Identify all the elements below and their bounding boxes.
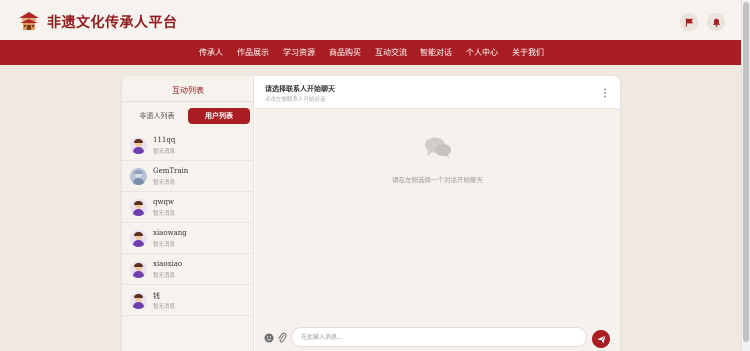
list-item[interactable]: qwqw 暂无消息: [122, 192, 254, 223]
chat-title: 请选择联系人开始聊天: [265, 84, 335, 93]
list-item[interactable]: xiaowang 暂无消息: [122, 223, 254, 254]
nav-item-about[interactable]: 关于我们: [512, 47, 544, 58]
last-message: 暂无消息: [153, 242, 176, 248]
paper-plane-icon: [596, 334, 606, 344]
tab-inheritor-list[interactable]: 非遗人列表: [126, 108, 188, 124]
user-name: 钱: [153, 292, 160, 300]
sidebar-title: 互动列表: [172, 86, 204, 95]
bell-icon: [712, 18, 720, 27]
flag-icon: [685, 17, 693, 27]
user-name: 111qq: [153, 136, 176, 144]
message-composer: [255, 320, 620, 351]
avatar: [130, 292, 147, 309]
chat-container: 互动列表 非遗人列表 用户列表 111qq 暂无消息 GemTrain 暂无消息…: [122, 76, 620, 351]
last-message: 暂无消息: [153, 180, 176, 186]
site-title: 非遗文化传承人平台: [47, 15, 178, 31]
send-button[interactable]: [592, 330, 610, 348]
last-message: 暂无消息: [153, 149, 176, 155]
last-message: 暂无消息: [153, 211, 176, 217]
tab-user-list[interactable]: 用户列表: [188, 108, 250, 124]
nav-item-works[interactable]: 作品展示: [237, 47, 269, 58]
user-name: xiaoxiao: [153, 260, 183, 268]
chat-panel: 请选择联系人开始聊天 点击左侧联系人开始对话 请在左侧选择一个对话开始聊天: [255, 76, 620, 351]
empty-state-text: 请在左侧选择一个对话开始聊天: [392, 176, 483, 184]
more-options-icon[interactable]: [603, 88, 607, 98]
top-header: 非遗文化传承人平台: [0, 0, 741, 40]
nav-item-inheritors[interactable]: 传承人: [199, 47, 223, 58]
nav-item-learning[interactable]: 学习资源: [283, 47, 315, 58]
nav-item-ai-chat[interactable]: 智能对话: [420, 47, 452, 58]
chat-header: 请选择联系人开始聊天 点击左侧联系人开始对话: [255, 76, 620, 109]
avatar: [130, 261, 147, 278]
list-item[interactable]: GemTrain 暂无消息: [122, 161, 254, 192]
nav-item-interaction[interactable]: 互动交流: [375, 47, 407, 58]
user-name: GemTrain: [153, 167, 189, 175]
avatar: [130, 168, 147, 185]
avatar: [130, 199, 147, 216]
pagoda-logo-icon: [19, 12, 39, 30]
list-item[interactable]: 111qq 暂无消息: [122, 130, 254, 161]
nav-item-shop[interactable]: 商品购买: [329, 47, 361, 58]
page-scrollbar[interactable]: [741, 0, 750, 351]
avatar: [130, 137, 147, 154]
user-name: qwqw: [153, 198, 174, 206]
notification-button[interactable]: [707, 13, 725, 31]
contact-sidebar: 互动列表 非遗人列表 用户列表 111qq 暂无消息 GemTrain 暂无消息…: [122, 76, 254, 351]
last-message: 暂无消息: [153, 304, 176, 310]
avatar: [130, 230, 147, 247]
list-item[interactable]: 钱 暂无消息: [122, 285, 254, 316]
user-list: 111qq 暂无消息 GemTrain 暂无消息 qwqw 暂无消息 xiaow…: [122, 130, 254, 316]
scrollbar-thumb[interactable]: [743, 2, 749, 342]
nav-item-profile[interactable]: 个人中心: [466, 47, 498, 58]
last-message: 暂无消息: [153, 273, 176, 279]
paperclip-icon[interactable]: [277, 332, 287, 344]
user-name: xiaowang: [153, 229, 187, 237]
divider: [122, 101, 254, 102]
main-nav: 传承人 作品展示 学习资源 商品购买 互动交流 智能对话 个人中心 关于我们: [0, 40, 741, 65]
flag-button[interactable]: [680, 13, 698, 31]
chat-subtitle: 点击左侧联系人开始对话: [265, 97, 326, 103]
list-item[interactable]: xiaoxiao 暂无消息: [122, 254, 254, 285]
emoji-icon[interactable]: [264, 333, 274, 343]
message-input[interactable]: [291, 327, 587, 347]
comments-icon: [425, 137, 451, 158]
